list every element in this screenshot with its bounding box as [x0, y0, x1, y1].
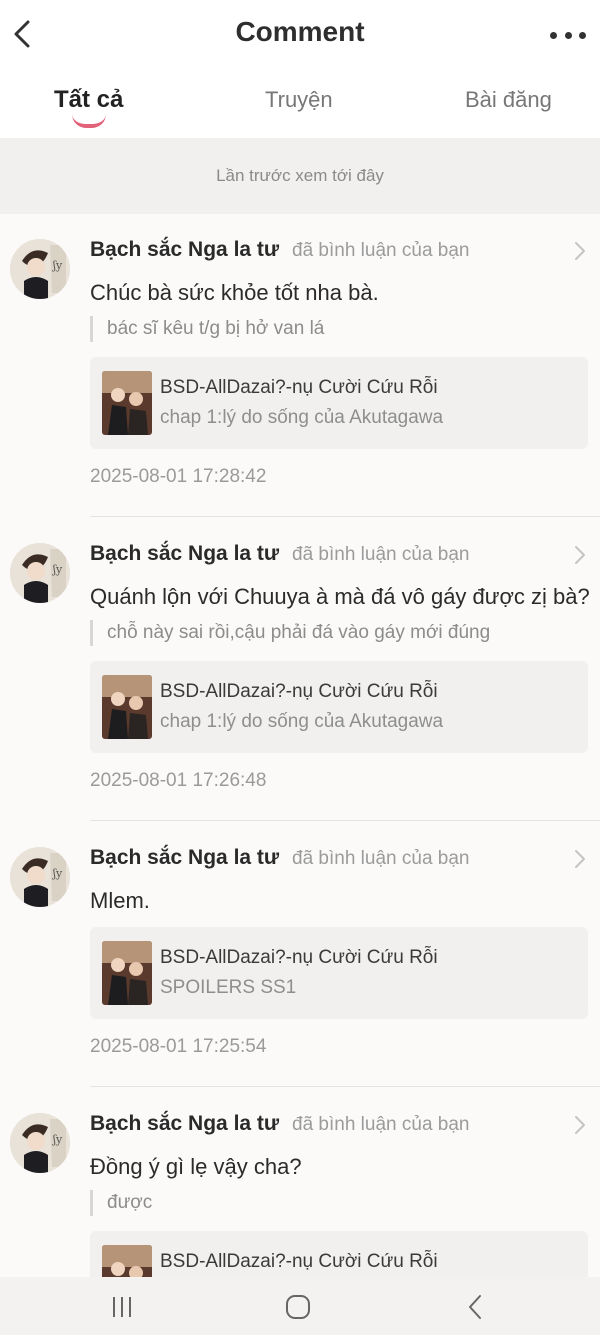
more-dot	[564, 31, 572, 39]
divider	[90, 1086, 600, 1087]
chevron-right-icon[interactable]	[572, 240, 588, 262]
comment-feed[interactable]: ʃy Bạch sắc Nga la tư đã bình luận của b…	[0, 214, 600, 1277]
avatar-image: ʃy	[10, 239, 70, 299]
timestamp: 2025-08-01 17:28:42	[90, 466, 267, 487]
tab-stories[interactable]: Truyện	[265, 87, 333, 113]
avatar[interactable]: ʃy	[10, 1113, 70, 1173]
story-chapter: SPOILERS SS1	[160, 977, 297, 998]
timestamp: 2025-08-01 17:25:54	[90, 1036, 267, 1057]
svg-text:ʃy: ʃy	[51, 259, 63, 272]
action-text: đã bình luận của bạn	[292, 848, 470, 869]
action-text: đã bình luận của bạn	[292, 1114, 470, 1135]
page-title: Comment	[235, 16, 365, 47]
active-tab-indicator	[72, 114, 106, 128]
story-title: BSD-AllDazai?-nụ Cười Cứu Rỗi	[160, 681, 438, 702]
user-name[interactable]: Bạch sắc Nga la tư	[90, 542, 279, 566]
tab-posts[interactable]: Bài đăng	[465, 87, 552, 113]
divider	[90, 516, 600, 517]
quoted-text: được	[90, 1190, 152, 1216]
story-card[interactable]: BSD-AllDazai?-nụ Cười Cứu Rỗi chap 1:lý …	[90, 357, 588, 449]
back-nav-button[interactable]	[456, 1291, 496, 1323]
quoted-text: bác sĩ kêu t/g bị hở van lá	[90, 316, 324, 342]
avatar-image: ʃy	[10, 543, 70, 603]
last-seen-banner: Lần trước xem tới đây	[0, 138, 600, 214]
story-card[interactable]: BSD-AllDazai?-nụ Cười Cứu Rỗi	[90, 1231, 588, 1277]
app-header: Comment	[0, 0, 600, 70]
story-cover	[102, 371, 152, 435]
comment-item[interactable]: ʃy Bạch sắc Nga la tư đã bình luận của b…	[0, 518, 600, 822]
avatar-image: ʃy	[10, 1113, 70, 1173]
story-card[interactable]: BSD-AllDazai?-nụ Cười Cứu Rỗi SPOILERS S…	[90, 927, 588, 1019]
back-icon	[469, 1295, 481, 1319]
more-options-button[interactable]	[550, 28, 586, 42]
comment-text: Quánh lộn với Chuuya à mà đá vô gáy được…	[90, 584, 590, 609]
divider	[90, 820, 600, 821]
comment-text: Chúc bà sức khỏe tốt nha bà.	[90, 280, 379, 305]
svg-text:ʃy: ʃy	[51, 1133, 63, 1146]
story-chapter: chap 1:lý do sống của Akutagawa	[160, 711, 444, 732]
comment-text: Đồng ý gì lẹ vậy cha?	[90, 1154, 302, 1179]
svg-text:ʃy: ʃy	[51, 867, 63, 880]
system-nav-bar	[0, 1277, 600, 1335]
chevron-right-icon[interactable]	[572, 1114, 588, 1136]
user-name[interactable]: Bạch sắc Nga la tư	[90, 846, 279, 870]
comment-item[interactable]: ʃy Bạch sắc Nga la tư đã bình luận của b…	[0, 214, 600, 518]
home-button[interactable]	[278, 1291, 318, 1323]
comment-item[interactable]: ʃy Bạch sắc Nga la tư đã bình luận của b…	[0, 822, 600, 1088]
story-title: BSD-AllDazai?-nụ Cười Cứu Rỗi	[160, 1251, 438, 1272]
chevron-right-icon[interactable]	[572, 848, 588, 870]
user-name[interactable]: Bạch sắc Nga la tư	[90, 1112, 279, 1136]
story-cover	[102, 675, 152, 739]
story-title: BSD-AllDazai?-nụ Cười Cứu Rỗi	[160, 947, 438, 968]
timestamp: 2025-08-01 17:26:48	[90, 770, 267, 791]
svg-text:ʃy: ʃy	[51, 563, 63, 576]
comment-item[interactable]: ʃy Bạch sắc Nga la tư đã bình luận của b…	[0, 1088, 600, 1277]
home-icon	[286, 1295, 310, 1319]
avatar[interactable]: ʃy	[10, 847, 70, 907]
story-cover	[102, 941, 152, 1005]
chevron-right-icon[interactable]	[572, 544, 588, 566]
user-name[interactable]: Bạch sắc Nga la tư	[90, 238, 279, 262]
action-text: đã bình luận của bạn	[292, 240, 470, 261]
recent-apps-button[interactable]	[102, 1291, 142, 1323]
avatar[interactable]: ʃy	[10, 239, 70, 299]
story-card[interactable]: BSD-AllDazai?-nụ Cười Cứu Rỗi chap 1:lý …	[90, 661, 588, 753]
tab-bar: Tất cả Truyện Bài đăng	[0, 70, 600, 138]
recent-apps-icon	[113, 1297, 131, 1317]
story-title: BSD-AllDazai?-nụ Cười Cứu Rỗi	[160, 377, 438, 398]
story-cover	[102, 1245, 152, 1277]
comment-text: Mlem.	[90, 888, 150, 913]
more-horizontal-icon	[550, 31, 557, 39]
avatar-image: ʃy	[10, 847, 70, 907]
story-chapter: chap 1:lý do sống của Akutagawa	[160, 407, 444, 428]
more-dot	[579, 31, 586, 39]
tab-all[interactable]: Tất cả	[54, 86, 123, 114]
avatar[interactable]: ʃy	[10, 543, 70, 603]
action-text: đã bình luận của bạn	[292, 544, 470, 565]
quoted-text: chỗ này sai rồi,cậu phải đá vào gáy mới …	[90, 620, 490, 646]
